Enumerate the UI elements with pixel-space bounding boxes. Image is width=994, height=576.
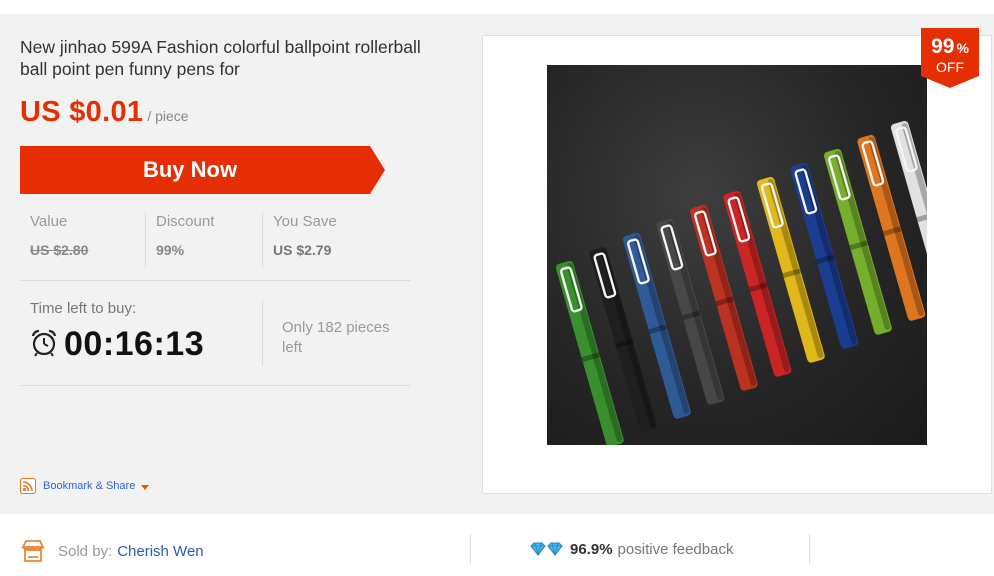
product-image[interactable] [547,65,927,445]
price-row: US $0.01/ piece [20,96,189,129]
value-label: Value [30,213,68,230]
price: US $0.01 [20,96,144,128]
footer-divider [470,534,471,564]
seller-info: Sold by: Cherish Wen [20,537,204,565]
stat-discount: Discount 99% [145,212,261,268]
pens-illustration [555,120,927,445]
alarm-clock-icon [31,329,57,357]
time-left-label: Time left to buy: [30,300,137,317]
you-save-label: You Save [273,213,337,230]
stat-value: Value US $2.80 [20,212,142,268]
diamond-rating-icon [530,542,563,556]
badge-off: OFF [936,59,964,75]
countdown-timer: 00:16:13 [64,325,205,363]
seller-feedback: 96.9% positive feedback [530,538,733,560]
rss-icon [20,478,36,494]
product-title: New jinhao 599A Fashion colorful ballpoi… [20,37,421,79]
buy-now-button[interactable]: Buy Now [20,146,385,194]
original-price: US $2.80 [30,242,89,258]
timer-divider [262,300,263,366]
discount-value: 99% [156,242,185,258]
feedback-percent: 96.9% [570,540,613,558]
deal-timer: Time left to buy: 00:16:13 Only 182 piec… [20,298,410,386]
discount-label: Discount [156,213,215,230]
stat-you-save: You Save US $2.79 [262,212,410,268]
feedback-label: positive feedback [617,540,734,558]
badge-percent: 99% [931,35,969,58]
top-strip [0,0,994,14]
bookmark-share-link[interactable]: Bookmark & Share [20,477,150,495]
store-icon [21,540,45,562]
you-save-value: US $2.79 [273,242,332,258]
stock-remaining: Only 182 pieces left [282,319,390,356]
bookmark-label: Bookmark & Share [43,480,136,492]
footer-divider-2 [809,534,810,564]
discount-badge: 99% OFF [921,28,979,88]
sold-by-label: Sold by: [58,542,113,560]
price-stats: Value US $2.80 Discount 99% You Save US … [20,212,410,281]
caret-down-icon [141,485,150,490]
seller-name-link[interactable]: Cherish Wen [117,543,203,560]
price-unit: / piece [147,108,189,124]
